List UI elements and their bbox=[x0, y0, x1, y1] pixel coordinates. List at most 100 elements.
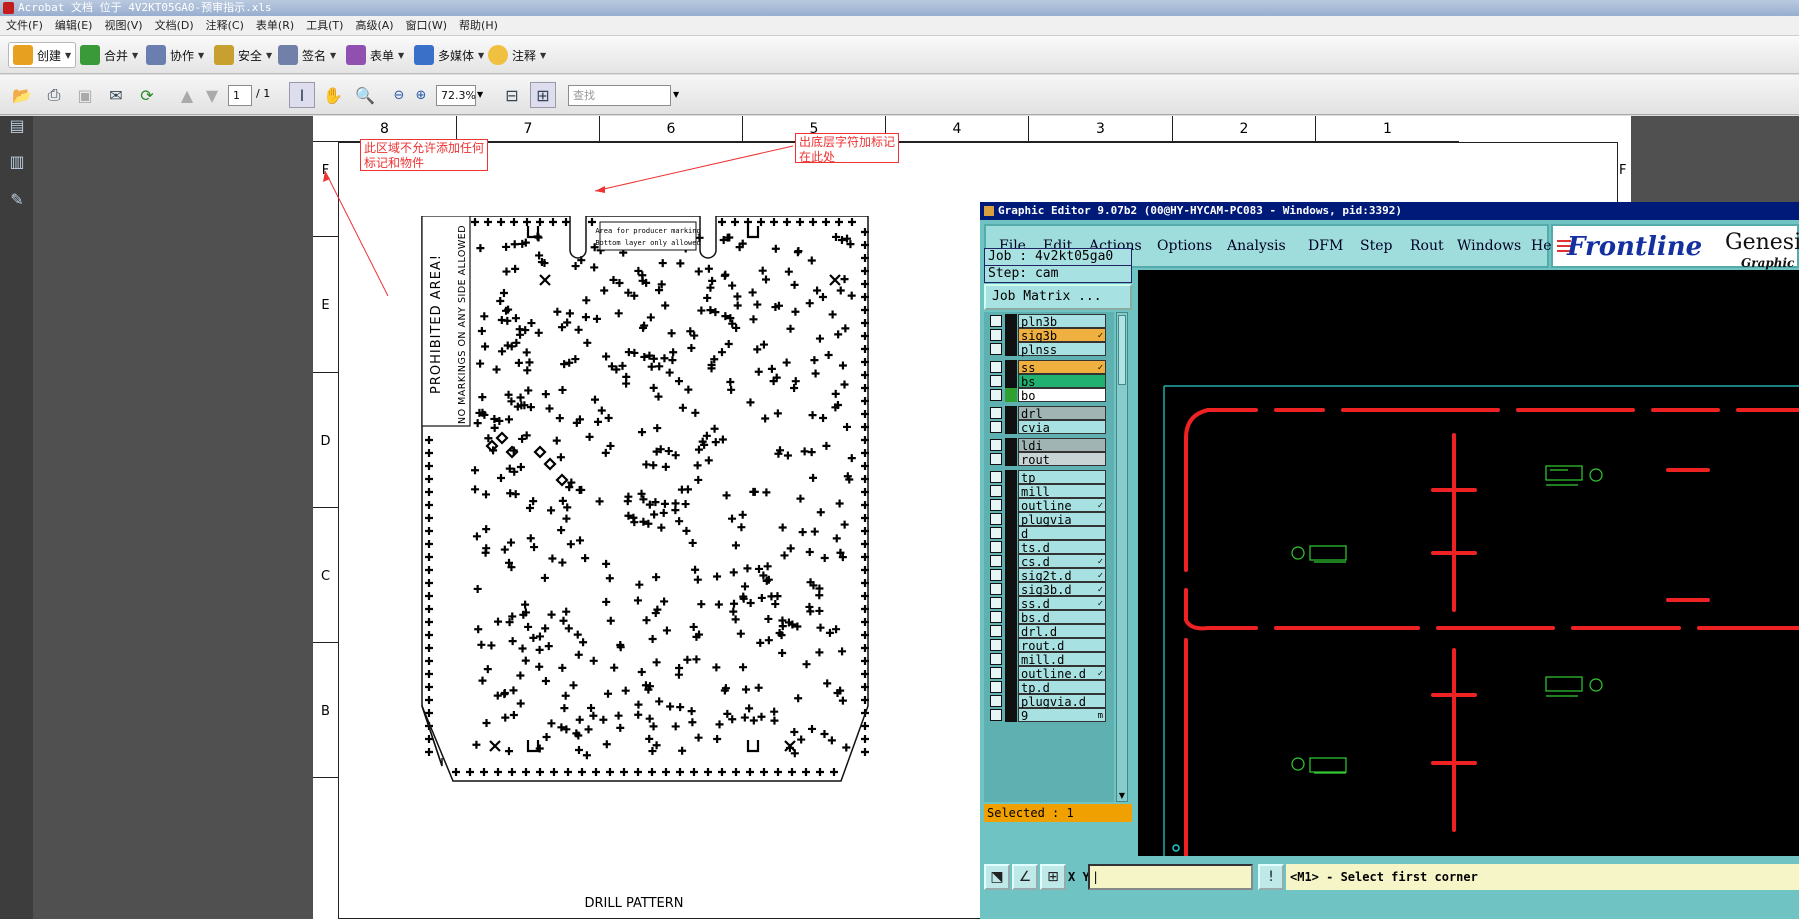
hand-tool-icon[interactable]: ✋ bbox=[320, 82, 346, 108]
zoom-area-icon[interactable]: ⬔ bbox=[984, 864, 1010, 890]
layer-checkbox[interactable] bbox=[990, 695, 1002, 707]
layer-row[interactable]: sig2t.d ✓ bbox=[984, 568, 1114, 583]
layer-name[interactable]: sig3b.d ✓ bbox=[1018, 582, 1106, 597]
layer-row[interactable]: drl bbox=[984, 406, 1114, 421]
ge-menu-dfm[interactable]: DFM bbox=[1308, 238, 1343, 254]
layer-checkbox[interactable] bbox=[990, 639, 1002, 651]
menu-advanced[interactable]: 高级(A) bbox=[349, 16, 399, 36]
prev-page-icon[interactable]: ▲ bbox=[174, 82, 200, 108]
open-icon[interactable]: 📂 bbox=[9, 82, 35, 108]
menu-window[interactable]: 窗口(W) bbox=[400, 16, 453, 36]
zoom-input[interactable]: 72.3% bbox=[436, 85, 476, 106]
layer-row[interactable]: mill bbox=[984, 484, 1114, 499]
ge-menu-windows[interactable]: Windows bbox=[1457, 238, 1521, 254]
layer-affected-swatch[interactable] bbox=[1005, 452, 1017, 466]
layer-row[interactable]: drl.d bbox=[984, 624, 1114, 639]
ge-menu-analysis[interactable]: Analysis bbox=[1227, 238, 1286, 254]
menu-file[interactable]: 文件(F) bbox=[0, 16, 49, 36]
menu-document[interactable]: 文档(D) bbox=[149, 16, 200, 36]
layer-affected-swatch[interactable] bbox=[1005, 582, 1017, 596]
menu-forms[interactable]: 表单(R) bbox=[250, 16, 300, 36]
save-icon[interactable]: ▣ bbox=[72, 82, 98, 108]
forms-button[interactable]: 表单 ▼ bbox=[342, 42, 408, 68]
zoom-in-icon[interactable]: ⊕ bbox=[408, 82, 434, 108]
comment-button[interactable]: 注释 ▼ bbox=[484, 42, 550, 68]
layer-name[interactable]: ss.d ✓ bbox=[1018, 596, 1106, 611]
coordinate-lock-icon[interactable]: ! bbox=[1258, 864, 1284, 890]
select-tool-icon[interactable]: I bbox=[289, 82, 315, 108]
layer-row[interactable]: d bbox=[984, 526, 1114, 541]
graphic-canvas[interactable] bbox=[1138, 270, 1799, 856]
layer-checkbox[interactable] bbox=[990, 329, 1002, 341]
layer-affected-swatch[interactable] bbox=[1005, 596, 1017, 610]
layer-affected-swatch[interactable] bbox=[1005, 420, 1017, 434]
layer-row[interactable]: pln3b bbox=[984, 314, 1114, 329]
layer-name[interactable]: sig2t.d ✓ bbox=[1018, 568, 1106, 583]
layer-name[interactable]: mill bbox=[1018, 484, 1106, 499]
combine-button[interactable]: 合并 ▼ bbox=[76, 42, 142, 68]
layer-affected-swatch[interactable] bbox=[1005, 652, 1017, 666]
layer-row[interactable]: bs.d bbox=[984, 610, 1114, 625]
layer-affected-swatch[interactable] bbox=[1005, 624, 1017, 638]
job-matrix-button[interactable]: Job Matrix ... bbox=[984, 284, 1132, 310]
layer-checkbox[interactable] bbox=[990, 361, 1002, 373]
layer-row[interactable]: plugvia.d bbox=[984, 694, 1114, 709]
layer-row[interactable]: sig3b ✓ bbox=[984, 328, 1114, 343]
snap-grid-icon[interactable]: ⊞ bbox=[1040, 864, 1066, 890]
layer-row[interactable]: 9m bbox=[984, 708, 1114, 723]
print-icon[interactable]: ⎙ bbox=[41, 82, 67, 108]
layer-row[interactable]: tp.d bbox=[984, 680, 1114, 695]
layer-checkbox[interactable] bbox=[990, 375, 1002, 387]
layer-name[interactable]: rout bbox=[1018, 452, 1106, 467]
layer-checkbox[interactable] bbox=[990, 653, 1002, 665]
layer-name[interactable]: plugvia.d bbox=[1018, 694, 1106, 709]
layer-name[interactable]: outline.d ✓ bbox=[1018, 666, 1106, 681]
layer-checkbox[interactable] bbox=[990, 681, 1002, 693]
layer-affected-swatch[interactable] bbox=[1005, 388, 1017, 402]
layer-affected-swatch[interactable] bbox=[1005, 554, 1017, 568]
menu-comments[interactable]: 注释(C) bbox=[200, 16, 250, 36]
xy-input[interactable]: | bbox=[1088, 864, 1253, 890]
layer-checkbox[interactable] bbox=[990, 597, 1002, 609]
layer-affected-swatch[interactable] bbox=[1005, 694, 1017, 708]
layer-checkbox[interactable] bbox=[990, 583, 1002, 595]
signatures-icon[interactable]: ✎ bbox=[7, 190, 27, 212]
layer-row[interactable]: plugvia bbox=[984, 512, 1114, 527]
layer-name[interactable]: plugvia bbox=[1018, 512, 1106, 527]
layer-name[interactable]: rout.d bbox=[1018, 638, 1106, 653]
ge-menu-rout[interactable]: Rout bbox=[1410, 238, 1444, 254]
menu-tools[interactable]: 工具(T) bbox=[300, 16, 349, 36]
layer-name[interactable]: outline ✓ bbox=[1018, 498, 1106, 513]
layer-name[interactable]: plnss bbox=[1018, 342, 1106, 357]
layer-affected-swatch[interactable] bbox=[1005, 708, 1017, 722]
layer-row[interactable]: outline ✓ bbox=[984, 498, 1114, 513]
layer-affected-swatch[interactable] bbox=[1005, 484, 1017, 498]
layer-affected-swatch[interactable] bbox=[1005, 568, 1017, 582]
annotation-note[interactable]: 此区域不允许添加任何标记和物件 bbox=[360, 139, 488, 171]
pages-icon[interactable]: ▤ bbox=[7, 116, 27, 138]
annotation-note[interactable]: 出底层字符加标记在此处 bbox=[795, 133, 899, 164]
layer-name[interactable]: d bbox=[1018, 526, 1106, 541]
collaborate-button[interactable]: 协作 ▼ bbox=[142, 42, 208, 68]
layer-name[interactable]: bo bbox=[1018, 388, 1106, 403]
layer-checkbox[interactable] bbox=[990, 499, 1002, 511]
layer-affected-swatch[interactable] bbox=[1005, 666, 1017, 680]
layer-name[interactable]: sig3b ✓ bbox=[1018, 328, 1106, 343]
secure-button[interactable]: 安全 ▼ bbox=[210, 42, 276, 68]
layer-checkbox[interactable] bbox=[990, 667, 1002, 679]
layer-affected-swatch[interactable] bbox=[1005, 610, 1017, 624]
layer-row[interactable]: bs bbox=[984, 374, 1114, 389]
layer-name[interactable]: mill.d bbox=[1018, 652, 1106, 667]
layer-name[interactable]: ss ✓ bbox=[1018, 360, 1106, 375]
layer-name[interactable]: tp bbox=[1018, 470, 1106, 485]
layer-affected-swatch[interactable] bbox=[1005, 342, 1017, 356]
layer-affected-swatch[interactable] bbox=[1005, 470, 1017, 484]
layer-affected-swatch[interactable] bbox=[1005, 314, 1017, 328]
layer-checkbox[interactable] bbox=[990, 541, 1002, 553]
sign-button[interactable]: 签名 ▼ bbox=[274, 42, 340, 68]
fit-page-icon[interactable]: ⊟ bbox=[499, 82, 525, 108]
layer-affected-swatch[interactable] bbox=[1005, 638, 1017, 652]
layer-row[interactable]: cs.d ✓ bbox=[984, 554, 1114, 569]
scroll-down-icon[interactable]: ▼ bbox=[1117, 791, 1127, 800]
layer-row[interactable]: cvia bbox=[984, 420, 1114, 435]
